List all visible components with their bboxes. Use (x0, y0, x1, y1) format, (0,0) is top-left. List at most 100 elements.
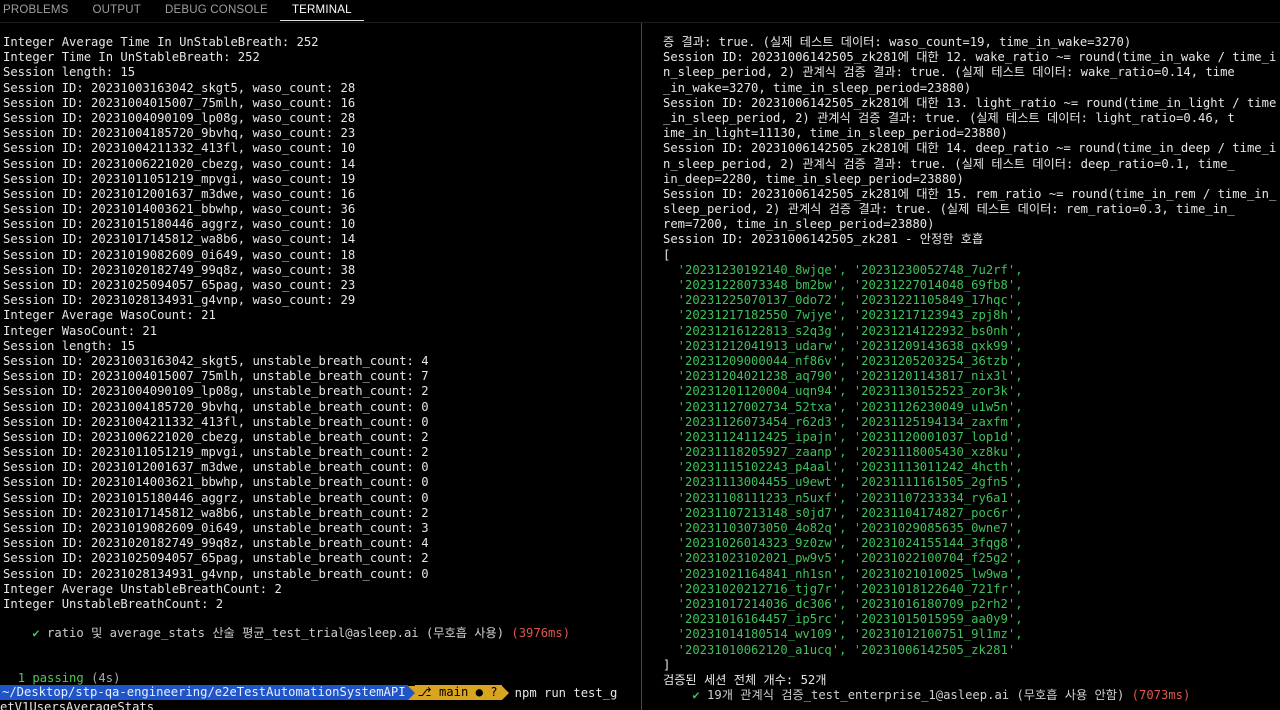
output-line: Session ID: 20231020182749_99q8z, waso_c… (3, 262, 356, 277)
output-line: Session ID: 20231015180446_aggrz, unstab… (3, 490, 429, 505)
session-array-line: '20231127002734_52txa', '20231126230049_… (663, 399, 1023, 414)
session-array-line: '20231230192140_8wjqe', '20231230052748_… (663, 262, 1023, 277)
session-array-line: '20231228073348_bm2bw', '20231227014048_… (663, 278, 1023, 292)
session-array-line: '20231126073454_r62d3', '20231125194134_… (663, 414, 1023, 429)
output-line: Integer UnstableBreathCount: 2 (3, 596, 224, 611)
prompt-separator-icon (407, 685, 415, 700)
output-line: in_deep=2280, time_in_sleep_period=23880… (663, 171, 964, 186)
tab-problems[interactable]: PROBLEMS (0, 0, 81, 20)
output-line: Session ID: 20231004090109_lp08g, waso_c… (3, 110, 356, 125)
output-line: Session ID: 20231006142505_zk281에 대한 12.… (663, 50, 1277, 65)
session-array-line: '20231021164841_nh1sn', '20231021010025_… (663, 566, 1023, 581)
output-line: Session ID: 20231004185720_9bvhq, unstab… (3, 399, 429, 414)
output-line: n_sleep_period, 2) 관계식 검증 결과: true. (실제 … (663, 65, 1235, 80)
test-duration: (7073ms) (1131, 688, 1191, 703)
session-array-line: '20231113004455_u9ewt', '20231111161505_… (663, 475, 1023, 490)
output-line: Session ID: 20231017145812_wa8b6, waso_c… (3, 232, 356, 247)
output-line: Session ID: 20231014003621_bbwhp, waso_c… (3, 202, 356, 217)
check-icon: ✔ (692, 688, 700, 703)
test-name: 19개 관계식 검증_test_enterprise_1@asleep.ai (… (699, 688, 1132, 703)
test-result-line: ✔ 19개 관계식 검증_test_enterprise_1@asleep.ai… (663, 688, 1280, 703)
output-line: Session ID: 20231006221020_cbezg, waso_c… (3, 156, 356, 171)
session-array-line: '20231209000044_nf86v', '20231205203254_… (663, 353, 1023, 368)
array-close: ] (663, 657, 671, 672)
output-line: Session ID: 20231004185720_9bvhq, waso_c… (3, 126, 356, 141)
output-line: sleep_period, 2) 관계식 검증 결과: true. (실제 테스… (663, 202, 1235, 217)
output-line: Session ID: 20231014003621_bbwhp, unstab… (3, 475, 429, 490)
output-line: Session ID: 20231003163042_skgt5, waso_c… (3, 80, 356, 95)
shell-prompt[interactable]: ~/Desktop/stp-qa-engineering/e2eTestAuto… (0, 685, 641, 700)
output-line: Integer Time In UnStableBreath: 252 (3, 50, 260, 65)
left-passing: 1 passing (4s) (3, 671, 641, 686)
output-line: Session ID: 20231006142505_zk281에 대한 15.… (663, 186, 1277, 201)
prompt-path: ~/Desktop/stp-qa-engineering/e2eTestAuto… (0, 685, 408, 700)
output-line: Session ID: 20231025094057_65pag, waso_c… (3, 278, 356, 292)
prompt-command-wrap[interactable]: etV1UsersAverageStats (0, 700, 154, 710)
session-array-line: '20231108111233_n5uxf', '20231107233334_… (663, 490, 1023, 505)
session-array-line: '20231225070137_0do72', '20231221105849_… (663, 293, 1023, 308)
tab-debug-console[interactable]: DEBUG CONSOLE (153, 0, 280, 20)
terminal-pane-left[interactable]: Integer Average Time In UnStableBreath: … (0, 23, 641, 710)
session-array-line: '20231023102021_pw9v5', '20231022100704_… (663, 551, 1023, 566)
git-branch: ⎇ main ● ? (414, 685, 502, 700)
output-line: [ (663, 247, 671, 262)
output-line: Session length: 15 (3, 338, 136, 353)
output-line: Session ID: 20231017145812_wa8b6, unstab… (3, 505, 429, 520)
output-line: n_sleep_period, 2) 관계식 검증 결과: true. (실제 … (663, 156, 1235, 171)
session-array-line: '20231017214036_dc306', '20231016180709_… (663, 596, 1023, 611)
output-line: ime_in_light=11130, time_in_sleep_period… (663, 126, 1008, 141)
output-line: Session ID: 20231012001637_m3dwe, unstab… (3, 460, 429, 475)
passing-line: 1 passing (4s) (3, 671, 641, 686)
output-line: Session ID: 20231006142505_zk281 - 안정한 호… (663, 232, 984, 247)
session-array-line: '20231212041913_udarw', '20231209143638_… (663, 338, 1023, 353)
output-line: Session ID: 20231004015007_75mlh, waso_c… (3, 95, 356, 110)
session-array-line: '20231010062120_a1ucq', '20231006142505_… (663, 642, 1016, 657)
output-line: Session ID: 20231004211332_413fl, unstab… (3, 414, 429, 429)
session-array-line: '20231107213148_s0jd7', '20231104174827_… (663, 505, 1023, 520)
output-line: Integer Average UnstableBreathCount: 2 (3, 581, 282, 596)
session-array-line: '20231204021238_aq790', '20231201143817_… (663, 369, 1023, 384)
tab-output[interactable]: OUTPUT (81, 0, 153, 20)
tab-terminal[interactable]: TERMINAL (279, 0, 364, 21)
passing-count: 1 passing (17, 671, 84, 685)
output-line: Session ID: 20231011051219_mpvgi, waso_c… (3, 171, 356, 186)
output-line: Session ID: 20231019082609_0i649, unstab… (3, 521, 429, 535)
terminal-output-right: 증 결과: true. (실제 테스트 데이터: waso_count=19, … (663, 35, 1280, 703)
output-line: Session ID: 20231004015007_75mlh, unstab… (3, 369, 429, 384)
test-name: ratio 및 average_stats 산술 평균_test_trial@a… (39, 626, 512, 640)
branch-icon: ⎇ (417, 685, 432, 699)
output-line: Session ID: 20231006142505_zk281에 대한 13.… (663, 95, 1277, 110)
output-line: Integer Average WasoCount: 21 (3, 308, 216, 323)
left-test-result: ✔ ratio 및 average_stats 산술 평균_test_trial… (3, 626, 641, 641)
output-line: _in_sleep_period, 2) 관계식 검증 결과: true. (실… (663, 110, 1235, 125)
output-line: Session length: 15 (3, 65, 136, 80)
passing-duration: (4s) (83, 671, 121, 685)
git-branch-label: main ● ? (431, 685, 498, 699)
session-array-line: '20231014180514_wv109', '20231012100751_… (663, 627, 1023, 642)
session-array-line: '20231103073050_4o82q', '20231029085635_… (663, 521, 1023, 535)
output-line: Session ID: 20231012001637_m3dwe, waso_c… (3, 186, 356, 201)
output-line: Session ID: 20231006142505_zk281에 대한 14.… (663, 141, 1277, 156)
test-result-line: ✔ ratio 및 average_stats 산술 평균_test_trial… (3, 626, 641, 641)
output-line: Session ID: 20231019082609_0i649, waso_c… (3, 247, 356, 262)
output-line: Session ID: 20231011051219_mpvgi, unstab… (3, 445, 429, 460)
panel-tabs: PROBLEMS OUTPUT DEBUG CONSOLE TERMINAL (0, 0, 1280, 23)
output-line: Session ID: 20231006221020_cbezg, unstab… (3, 429, 429, 444)
session-array-line: '20231115102243_p4aal', '20231113011242_… (663, 460, 1023, 475)
session-array-line: '20231016164457_ip5rc', '20231015015959_… (663, 612, 1023, 627)
output-line: 증 결과: true. (실제 테스트 데이터: waso_count=19, … (663, 35, 1132, 49)
session-total: 검증된 세션 전체 개수: 52개 (663, 672, 827, 687)
output-line: _in_wake=3270, time_in_sleep_period=2388… (663, 80, 972, 95)
prompt-command[interactable]: npm run test_g (509, 686, 618, 700)
output-line: Session ID: 20231004090109_lp08g, unstab… (3, 384, 429, 399)
session-array-line: '20231124112425_ipajn', '20231120001037_… (663, 429, 1023, 444)
test-duration: (3976ms) (511, 626, 571, 640)
output-line: Session ID: 20231015180446_aggrz, waso_c… (3, 217, 356, 232)
session-array-line: '20231216122813_s2q3g', '20231214122932_… (663, 323, 1023, 338)
prompt-end-icon (501, 685, 509, 700)
output-line: Session ID: 20231004211332_413fl, waso_c… (3, 141, 356, 156)
session-array-line: '20231026014323_9z0zw', '20231024155144_… (663, 536, 1023, 551)
output-line: Integer WasoCount: 21 (3, 323, 158, 338)
terminal-pane-right[interactable]: 증 결과: true. (실제 테스트 데이터: waso_count=19, … (642, 23, 1280, 710)
session-array-line: '20231020212716_tjg7r', '20231018122640_… (663, 581, 1023, 596)
